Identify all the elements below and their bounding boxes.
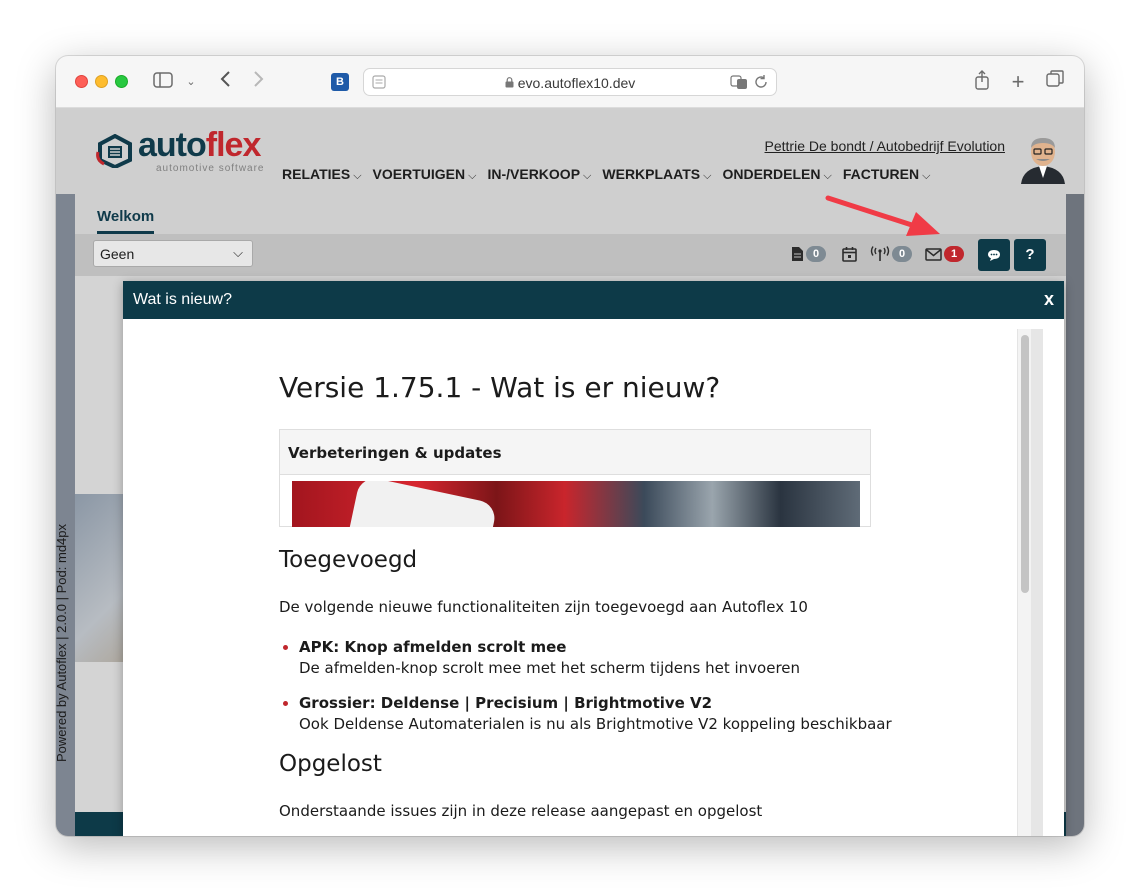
url-text: evo.autoflex10.dev — [364, 75, 776, 91]
mail-icon — [925, 245, 942, 261]
logo-text-main: auto — [138, 126, 207, 164]
sidebar-strip: Powered by Autoflex | 2.0.0 | Pod: md4px — [56, 194, 75, 836]
tab-bar: Welkom — [75, 194, 1066, 234]
chevron-down-icon: ⌵ — [583, 170, 592, 182]
help-label: ? — [1025, 246, 1035, 263]
filter-select[interactable]: Geen ⌵ — [93, 240, 253, 267]
release-heading: Versie 1.75.1 - Wat is er nieuw? — [279, 371, 721, 404]
logo-wordmark[interactable]: autoflex — [138, 126, 262, 165]
tab-welkom[interactable]: Welkom — [97, 208, 155, 234]
back-arrow-icon[interactable] — [214, 70, 236, 94]
list-item-title: Grossier: Deldense | Precisium | Brightm… — [299, 694, 713, 712]
main-nav: RELATIES ⌵ VOERTUIGEN ⌵ IN-/VERKOOP ⌵ WERKP… — [282, 166, 941, 183]
modal-outer-scroll-rail[interactable] — [1031, 329, 1043, 836]
chevron-down-icon: ⌵ — [823, 170, 832, 182]
reload-icon[interactable] — [754, 74, 768, 95]
new-tab-icon[interactable]: + — [1008, 70, 1028, 94]
chevron-down-icon: ⌵ — [703, 170, 712, 182]
chat-bubble-icon — [987, 246, 1001, 263]
fixed-section-title: Opgelost — [279, 751, 382, 777]
password-manager-icon[interactable]: B — [331, 73, 349, 91]
broadcast-icon — [870, 245, 890, 262]
lock-icon — [505, 77, 514, 91]
scrollbar-thumb[interactable] — [1021, 335, 1029, 593]
chevron-down-icon: ⌵ — [353, 170, 362, 182]
modal-header: Wat is nieuw? x — [123, 281, 1064, 319]
app-header: autoflex automotive software Pettrie De … — [56, 108, 1084, 194]
nav-label: VOERTUIGEN — [372, 166, 466, 182]
autoflex-logo-icon[interactable] — [96, 133, 134, 173]
calendar-indicator[interactable] — [842, 245, 857, 263]
nav-label: IN-/VERKOOP — [487, 166, 581, 182]
list-item: Grossier: Deldense | Precisium | Brightm… — [283, 694, 892, 733]
documents-count-badge: 0 — [806, 246, 826, 263]
signal-indicator[interactable]: 0 — [870, 245, 912, 263]
nav-item-relaties[interactable]: RELATIES ⌵ — [282, 166, 362, 183]
filter-bar: Geen ⌵ 0 0 1 ? — [75, 234, 1066, 276]
chevron-down-icon: ⌵ — [468, 170, 477, 182]
updates-card: Verbeteringen & updates — [279, 429, 871, 527]
minimize-window-button[interactable] — [95, 75, 108, 88]
zoom-window-button[interactable] — [115, 75, 128, 88]
chevron-down-icon: ⌵ — [233, 245, 243, 260]
signal-count-badge: 0 — [892, 246, 912, 263]
bullet-dot — [283, 645, 288, 650]
browser-window: ⌄ B evo.autoflex10.dev + autoflex automo… — [56, 56, 1084, 836]
nav-label: FACTUREN — [842, 166, 920, 182]
address-bar[interactable]: evo.autoflex10.dev — [363, 68, 777, 96]
powered-by-text: Powered by Autoflex | 2.0.0 | Pod: md4px — [56, 523, 69, 762]
list-item: APK: Knop afmelden scrolt mee De afmelde… — [283, 638, 801, 677]
calendar-icon — [842, 245, 857, 263]
added-intro: De volgende nieuwe functionaliteiten zij… — [279, 598, 808, 616]
chevron-down-icon[interactable]: ⌄ — [184, 70, 198, 94]
bullet-dot — [283, 701, 288, 706]
tab-overview-icon[interactable] — [1044, 70, 1066, 94]
list-item-title: APK: Knop afmelden scrolt mee — [299, 638, 567, 656]
avatar[interactable] — [1019, 134, 1067, 184]
documents-indicator[interactable]: 0 — [791, 245, 826, 263]
list-item-description: Ook Deldense Automaterialen is nu als Br… — [299, 715, 892, 733]
filter-select-value: Geen — [100, 246, 135, 262]
right-edge-strip — [1066, 194, 1084, 836]
browser-toolbar: ⌄ B evo.autoflex10.dev + — [56, 56, 1084, 108]
translate-icon[interactable] — [730, 74, 748, 95]
url-label: evo.autoflex10.dev — [517, 75, 636, 91]
mail-count-badge: 1 — [944, 246, 964, 263]
nav-item-facturen[interactable]: FACTUREN ⌵ — [843, 166, 931, 183]
updates-banner-image — [292, 481, 860, 527]
share-icon[interactable] — [972, 70, 992, 94]
modal-title: Wat is nieuw? — [133, 291, 232, 308]
nav-item-in-verkoop[interactable]: IN-/VERKOOP ⌵ — [487, 166, 591, 183]
mail-indicator[interactable]: 1 — [925, 245, 964, 263]
nav-item-onderdelen[interactable]: ONDERDELEN ⌵ — [722, 166, 831, 183]
nav-label: ONDERDELEN — [722, 166, 821, 182]
fixed-intro: Onderstaande issues zijn in deze release… — [279, 802, 763, 820]
close-window-button[interactable] — [75, 75, 88, 88]
modal-close-button[interactable]: x — [1044, 289, 1054, 310]
forward-arrow-icon[interactable] — [248, 70, 270, 94]
whats-new-modal: Wat is nieuw? x Versie 1.75.1 - Wat is e… — [123, 281, 1064, 836]
nav-label: RELATIES — [282, 166, 351, 182]
user-account-link[interactable]: Pettrie De bondt / Autobedrijf Evolution — [765, 138, 1005, 154]
sidebar-toggle-icon[interactable] — [152, 70, 174, 94]
modal-scrollbar[interactable] — [1017, 329, 1031, 836]
chevron-down-icon: ⌵ — [922, 170, 931, 182]
nav-label: WERKPLAATS — [602, 166, 701, 182]
logo-tagline: automotive software — [156, 163, 265, 174]
updates-card-title: Verbeteringen & updates — [280, 430, 870, 475]
added-section-title: Toegevoegd — [279, 547, 418, 573]
list-item-description: De afmelden-knop scrolt mee met het sche… — [299, 659, 801, 677]
document-icon — [791, 245, 804, 262]
help-button[interactable]: ? — [1014, 239, 1046, 271]
nav-item-voertuigen[interactable]: VOERTUIGEN ⌵ — [373, 166, 477, 183]
chat-button[interactable] — [978, 239, 1010, 271]
nav-item-werkplaats[interactable]: WERKPLAATS ⌵ — [602, 166, 711, 183]
logo-text-accent: flex — [205, 126, 262, 164]
